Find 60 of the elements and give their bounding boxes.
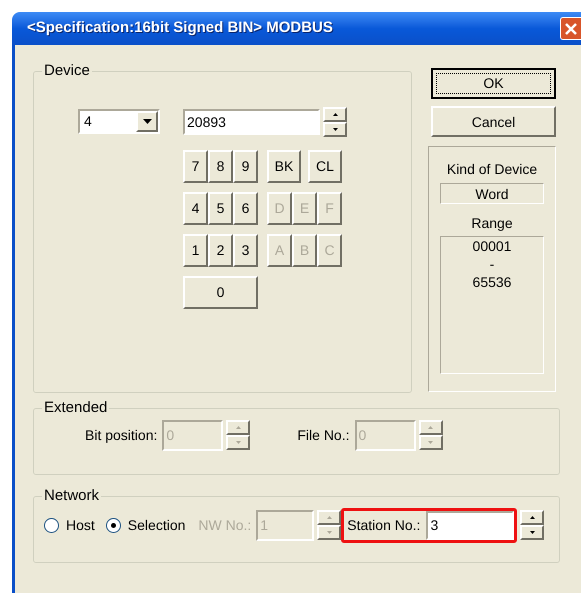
up-arrow-icon (428, 426, 433, 429)
field-label: Station No.: (346, 516, 422, 534)
radio-label: Host (66, 516, 95, 534)
key-button[interactable]: 5 (208, 192, 233, 224)
key-button[interactable]: 4 (183, 192, 208, 224)
up-arrow-icon (332, 112, 338, 116)
group-label: Network (43, 486, 100, 506)
up-arrow-icon (236, 426, 241, 429)
spin-up-button[interactable] (226, 420, 250, 435)
dropdown-button[interactable] (136, 110, 158, 132)
spin-up-button[interactable] (520, 510, 544, 525)
dropdown[interactable]: 4 (78, 108, 160, 134)
input-field[interactable]: 20893 (183, 108, 320, 134)
group-label: Device (43, 61, 91, 81)
device-kind-value: Word (440, 183, 544, 204)
caret-icon (142, 118, 152, 124)
radio-button[interactable] (44, 518, 59, 532)
close-button[interactable] (560, 17, 581, 40)
panel-heading: Range (471, 214, 513, 233)
panel-heading: Kind of Device (446, 160, 538, 179)
input-field[interactable]: 3 (426, 510, 514, 540)
spin-up-button[interactable] (323, 106, 347, 122)
key-button[interactable]: 3 (233, 234, 258, 266)
field-label: NW No.: (198, 516, 252, 534)
key-button[interactable]: BK (267, 150, 301, 182)
spin-down-button[interactable] (323, 122, 347, 136)
dialog-button[interactable]: Cancel (431, 106, 556, 137)
key-button[interactable]: 7 (183, 150, 208, 182)
range-text: 00001 (472, 237, 512, 255)
field-label: Bit position: (85, 426, 158, 445)
spin-down-button[interactable] (226, 435, 250, 450)
down-arrow-icon (428, 441, 433, 444)
spin-up-button[interactable] (418, 420, 442, 435)
up-arrow-icon (326, 516, 332, 519)
spin-down-button[interactable] (418, 435, 442, 450)
spin-down-button[interactable] (520, 525, 544, 540)
key-button[interactable]: 8 (208, 150, 233, 182)
key-button[interactable]: CL (308, 150, 342, 182)
spin-up-button[interactable] (317, 510, 342, 525)
close-icon (565, 22, 577, 34)
key-button[interactable]: 2 (208, 234, 233, 266)
spin-down-button[interactable] (317, 525, 342, 540)
radio-label: Selection (128, 516, 186, 534)
dialog-button[interactable]: OK (431, 68, 556, 99)
down-arrow-icon (326, 531, 332, 534)
key-button[interactable]: 6 (233, 192, 258, 224)
window-title: <Specification:16bit Signed BIN> MODBUS (27, 18, 333, 38)
field-label: File No.: (297, 426, 350, 444)
down-arrow-icon (332, 128, 338, 130)
down-arrow-icon (236, 441, 241, 444)
key-button[interactable]: 9 (233, 150, 258, 182)
range-text: 65536 (472, 273, 512, 291)
group-label: Extended (43, 398, 108, 418)
key-button[interactable]: 1 (183, 234, 208, 266)
key-button[interactable]: 0 (183, 276, 258, 308)
up-arrow-icon (530, 516, 535, 519)
range-text: - (490, 255, 494, 273)
dropdown-value: 4 (83, 112, 93, 130)
radio-button[interactable] (106, 518, 121, 532)
down-arrow-icon (530, 531, 535, 534)
